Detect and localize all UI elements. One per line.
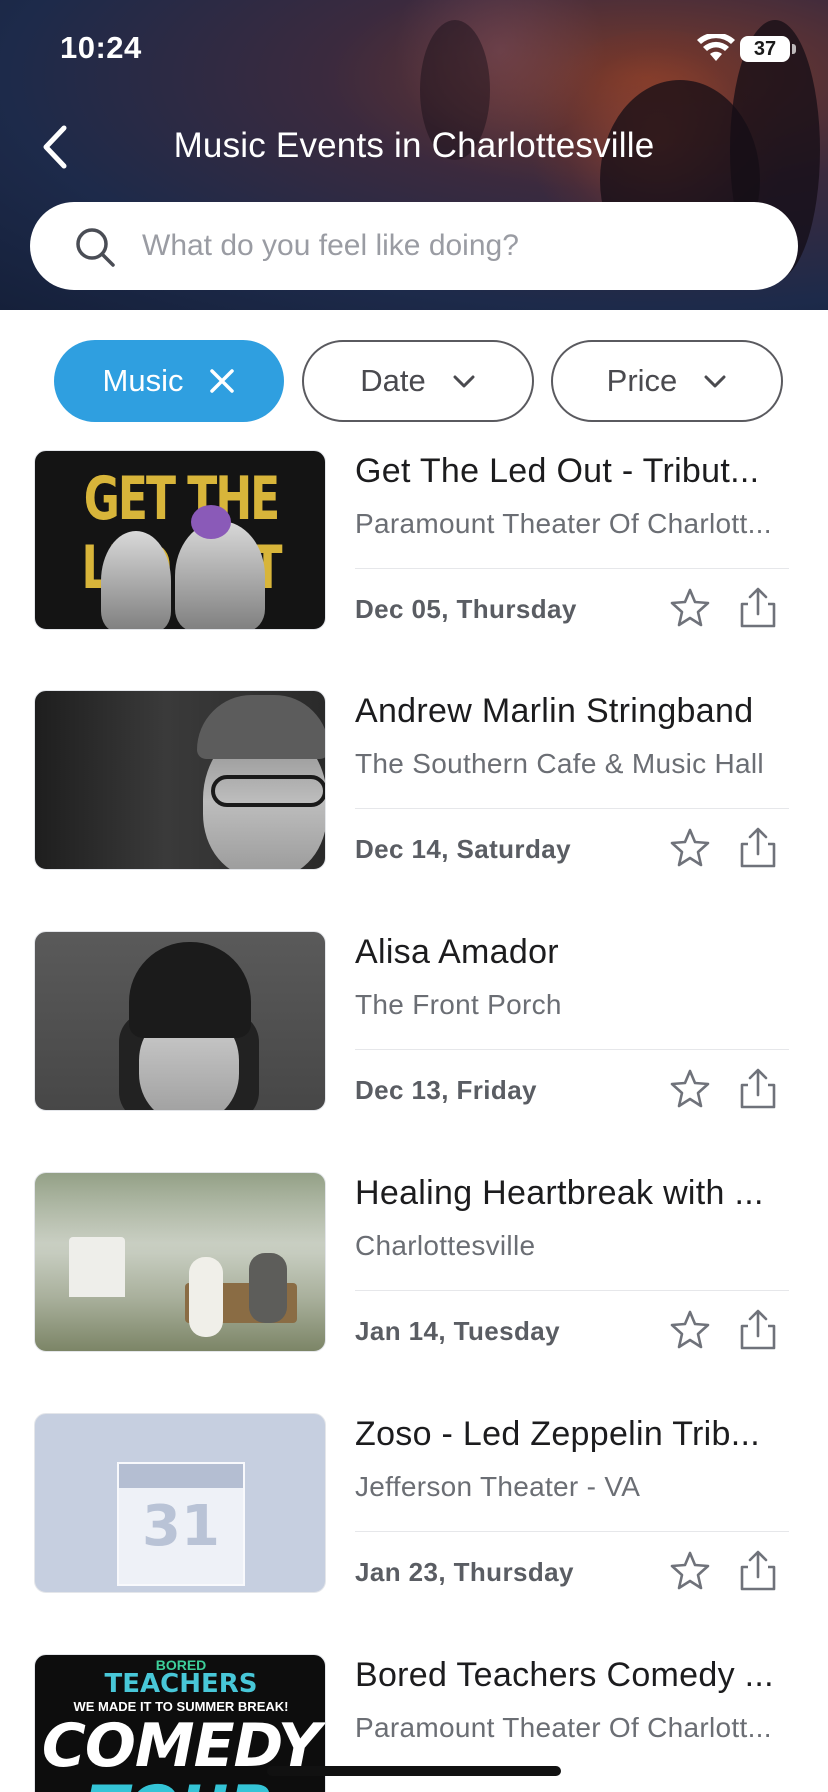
search-icon	[76, 228, 115, 267]
thumbnail-figure	[175, 521, 265, 629]
event-title: Bored Teachers Comedy ...	[355, 1656, 774, 1694]
thumbnail-text: TEACHERS	[104, 1669, 258, 1699]
divider	[355, 568, 789, 569]
share-icon[interactable]	[736, 584, 780, 630]
thumbnail-scenery	[35, 1173, 325, 1243]
thumbnail-figure	[191, 505, 231, 539]
divider	[355, 808, 789, 809]
event-venue: The Front Porch	[355, 989, 562, 1020]
thumbnail-figure	[101, 531, 171, 629]
battery-tip	[792, 44, 796, 54]
divider	[355, 1290, 789, 1291]
chevron-down-icon	[453, 375, 475, 388]
search-bar[interactable]	[30, 202, 798, 290]
event-date: Dec 13, Friday	[355, 1075, 537, 1105]
event-card[interactable]: GET THE LED OUT Get The Led Out - Tribut…	[0, 436, 828, 676]
status-bar: 10:24 37	[0, 0, 828, 100]
event-date: Jan 14, Tuesday	[355, 1316, 560, 1346]
share-icon[interactable]	[736, 1547, 780, 1593]
divider	[355, 1049, 789, 1050]
event-thumbnail	[34, 931, 326, 1111]
event-venue: Jefferson Theater - VA	[355, 1471, 641, 1502]
calendar-day: 31	[142, 1494, 220, 1559]
star-icon[interactable]	[668, 1067, 712, 1111]
filter-chip-label: Price	[606, 363, 678, 398]
event-thumbnail	[34, 690, 326, 870]
status-time: 10:24	[60, 30, 142, 65]
event-card[interactable]: Healing Heartbreak with ... Charlottesvi…	[0, 1158, 828, 1398]
thumbnail-figure	[249, 1253, 287, 1323]
page-title: Music Events in Charlottesville	[173, 126, 655, 165]
event-card[interactable]: Andrew Marlin Stringband The Southern Ca…	[0, 676, 828, 916]
star-icon[interactable]	[668, 826, 712, 870]
thumbnail-portrait	[129, 942, 251, 1038]
event-venue: Paramount Theater Of Charlott...	[355, 508, 772, 539]
event-date: Dec 14, Saturday	[355, 834, 571, 864]
header-banner: 10:24 37 Music Events in Charlottesville	[0, 0, 828, 310]
wifi-icon	[697, 34, 735, 61]
filter-chip-price[interactable]: Price	[551, 340, 783, 422]
thumbnail-figure	[189, 1257, 223, 1337]
event-title: Andrew Marlin Stringband	[355, 692, 754, 730]
star-icon[interactable]	[668, 1308, 712, 1352]
event-thumbnail: GET THE LED OUT	[34, 450, 326, 630]
event-list: GET THE LED OUT Get The Led Out - Tribut…	[0, 436, 828, 1792]
filter-chip-date[interactable]: Date	[302, 340, 534, 422]
divider	[355, 1531, 789, 1532]
event-date: Jan 23, Thursday	[355, 1557, 574, 1587]
share-icon[interactable]	[736, 1065, 780, 1111]
event-venue: Charlottesville	[355, 1230, 536, 1261]
chevron-down-icon	[704, 375, 726, 388]
event-title: Zoso - Led Zeppelin Trib...	[355, 1415, 760, 1453]
back-button[interactable]	[36, 122, 76, 172]
filter-chips: Music Date Price	[0, 340, 828, 424]
close-icon[interactable]	[209, 368, 235, 394]
star-icon[interactable]	[668, 586, 712, 630]
event-venue: The Southern Cafe & Music Hall	[355, 748, 764, 779]
event-title: Healing Heartbreak with ...	[355, 1174, 764, 1212]
calendar-header	[119, 1464, 243, 1488]
filter-chip-label: Music	[102, 363, 184, 398]
share-icon[interactable]	[736, 1306, 780, 1352]
thumbnail-portrait	[197, 695, 325, 759]
calendar-icon: 31	[117, 1462, 245, 1586]
battery-indicator: 37	[740, 36, 790, 62]
filter-chip-music[interactable]: Music	[54, 340, 284, 422]
event-card[interactable]: 31 Zoso - Led Zeppelin Trib... Jefferson…	[0, 1399, 828, 1639]
event-card[interactable]: Alisa Amador The Front Porch Dec 13, Fri…	[0, 917, 828, 1157]
thumbnail-scenery	[69, 1237, 125, 1297]
event-date: Dec 05, Thursday	[355, 594, 577, 624]
filter-chip-label: Date	[360, 363, 426, 398]
search-input[interactable]	[142, 202, 762, 290]
home-indicator[interactable]	[267, 1766, 561, 1776]
event-thumbnail	[34, 1172, 326, 1352]
event-venue: Paramount Theater Of Charlott...	[355, 1712, 772, 1743]
share-icon[interactable]	[736, 824, 780, 870]
star-icon[interactable]	[668, 1549, 712, 1593]
event-thumbnail: 31	[34, 1413, 326, 1593]
event-title: Alisa Amador	[355, 933, 559, 971]
event-title: Get The Led Out - Tribut...	[355, 452, 760, 490]
thumbnail-portrait	[211, 775, 325, 807]
